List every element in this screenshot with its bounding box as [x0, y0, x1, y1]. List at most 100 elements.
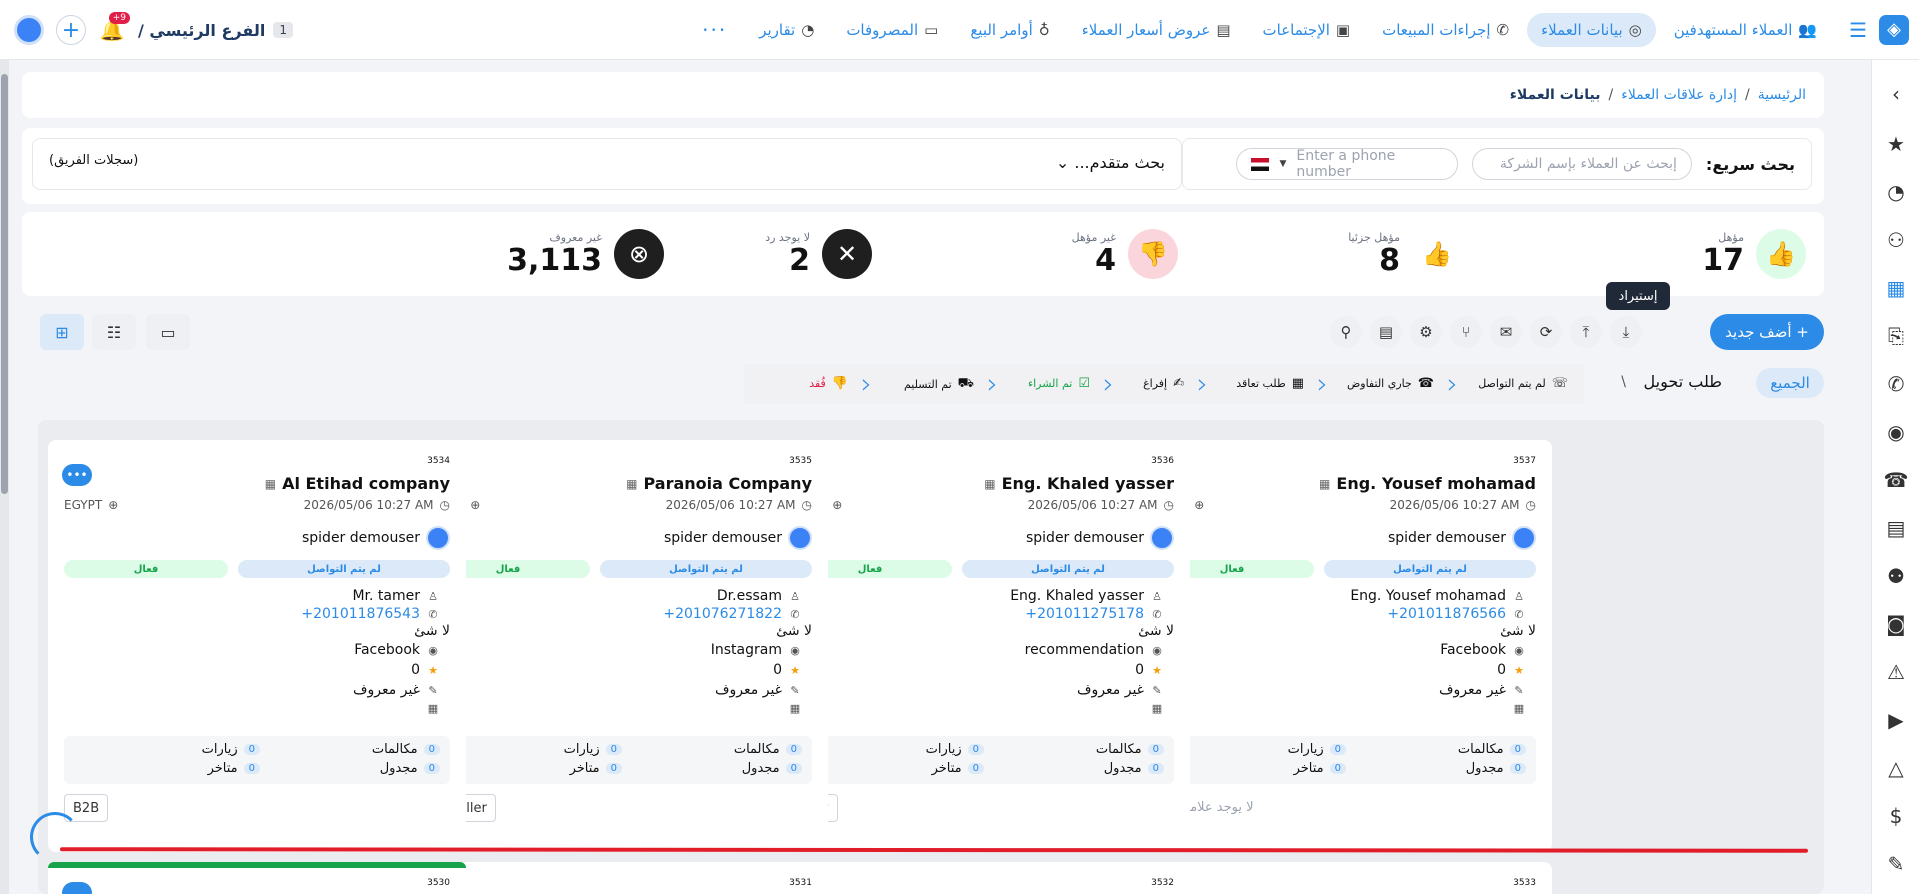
client-card-partial[interactable]: 3533: [1134, 862, 1552, 894]
client-name[interactable]: Paranoia Company ▦: [626, 474, 812, 493]
download-icon[interactable]: ⤓: [1610, 316, 1642, 348]
more-nav-button[interactable]: ···: [688, 18, 741, 42]
triangle-chart-icon[interactable]: △: [1872, 756, 1919, 780]
video-icon[interactable]: ▶: [1872, 708, 1919, 732]
client-card-partial[interactable]: 3532: [772, 862, 1190, 894]
target-icon[interactable]: ◉: [1872, 420, 1919, 444]
card-menu-button[interactable]: •••: [62, 464, 92, 486]
visits-count: 0 زيارات: [1288, 742, 1346, 757]
camera-icon[interactable]: ◙: [1872, 612, 1919, 636]
id-card-icon[interactable]: ▤: [1370, 316, 1402, 348]
nav-sales-actions[interactable]: ✆ إجراءات المبيعات: [1368, 13, 1523, 47]
merge-branch-icon[interactable]: ⑂: [1450, 316, 1482, 348]
pen-icon: ✎: [1152, 683, 1162, 697]
team-records-label[interactable]: (سجلات الفريق): [49, 153, 138, 168]
notifications-bell-icon[interactable]: 🔔 +9: [98, 12, 130, 42]
users-icon[interactable]: ⚇: [1872, 228, 1919, 252]
client-card[interactable]: 3535 Paranoia Company▦ ••• ◷2026/05/06 1…: [410, 440, 828, 852]
card-menu-button[interactable]: [62, 882, 92, 894]
user-settings-icon[interactable]: ⚙: [1410, 316, 1442, 348]
refresh-icon[interactable]: ⟳: [1530, 316, 1562, 348]
calls-count: 0 مكالمات: [372, 742, 440, 757]
nav-meetings[interactable]: ▣ الإجتماعات: [1249, 13, 1365, 47]
nav-target-clients[interactable]: 👥 العملاء المستهدفين: [1660, 13, 1831, 47]
client-name[interactable]: Eng. Yousef mohamad ▦: [1319, 474, 1536, 493]
building-icon[interactable]: ▦: [1872, 276, 1919, 300]
advanced-search[interactable]: بحث متقدم... ⌄ (سجلات الفريق): [32, 138, 1182, 190]
user-lock-icon[interactable]: ⚲: [1330, 316, 1362, 348]
phone-link[interactable]: ✆ +201011876566: [1387, 606, 1526, 622]
client-id: 3532: [1151, 878, 1174, 888]
calendar-add-icon[interactable]: ▤: [1872, 516, 1919, 540]
nav-reports[interactable]: ◔ تقارير: [745, 13, 828, 47]
phone-icon: ✆: [790, 607, 800, 621]
add-new-button[interactable]: + أضف جديد: [1710, 314, 1824, 350]
nav-expenses[interactable]: ▭ المصروفات: [832, 13, 952, 47]
phone-link[interactable]: ✆ +201011876543: [301, 606, 440, 622]
stage-purchased[interactable]: ☑ تم الشراء: [1028, 376, 1090, 391]
telephone-icon[interactable]: ☎: [1872, 468, 1919, 492]
stat-qualified[interactable]: 👍 مؤهل 17: [1702, 222, 1806, 286]
bill-icon[interactable]: $: [1872, 804, 1919, 828]
stage-contract-request[interactable]: ▦ طلب تعاقد: [1236, 376, 1304, 391]
app-logo-icon[interactable]: [14, 15, 44, 45]
pen-icon[interactable]: ✎: [1872, 852, 1919, 876]
import-icon[interactable]: ⤒: [1570, 316, 1602, 348]
nav-sales-orders[interactable]: ♁ أوامر البيع: [956, 13, 1063, 47]
branch-number: 1: [273, 22, 293, 38]
grid-view-icon[interactable]: ⊞: [40, 314, 84, 350]
page-scrollbar[interactable]: [0, 60, 9, 894]
hamburger-menu-icon[interactable]: ☰: [1849, 18, 1867, 42]
stage-delivered[interactable]: ⛟ تم التسليم: [904, 376, 974, 393]
phone-search-input[interactable]: ▼ Enter a phone number: [1235, 148, 1458, 180]
list-view-icon[interactable]: ☷: [92, 314, 136, 350]
star-icon: ★: [428, 663, 438, 677]
client-card-partial[interactable]: 3530: [48, 862, 466, 894]
phone-call-icon[interactable]: ✆: [1872, 372, 1919, 396]
advanced-search-label[interactable]: بحث متقدم... ⌄: [1056, 153, 1165, 172]
dashboard-gauge-icon[interactable]: ◔: [1872, 180, 1919, 204]
invoice-hand-icon[interactable]: ⎘: [1872, 324, 1919, 348]
country-caret-icon[interactable]: ▼: [1279, 159, 1286, 169]
nav-quotes[interactable]: ▤ عروض أسعار العملاء: [1068, 13, 1245, 47]
nav-client-data[interactable]: ◎ بيانات العملاء: [1527, 12, 1656, 47]
branch-selector[interactable]: 1 الفرع الرئيسي /: [138, 21, 293, 40]
team-icon[interactable]: ⚉: [1872, 564, 1919, 588]
stat-unknown[interactable]: ⊗ غير معروف 3,113: [507, 222, 664, 286]
stage-not-contacted[interactable]: ☏ لم يتم التواصل: [1478, 376, 1568, 391]
breadcrumb-crm[interactable]: إدارة علاقات العملاء: [1621, 87, 1737, 103]
client-card[interactable]: 3534 Al Etihad company ▦ ••• ◷ 2026/05/06 …: [48, 440, 466, 852]
add-quick-button[interactable]: +: [56, 15, 86, 45]
company-type: ▦: [1512, 702, 1526, 715]
stage-negotiating[interactable]: ☎ جاري التفاوض: [1347, 376, 1434, 391]
client-card-partial[interactable]: 3531: [410, 862, 828, 894]
note-text: لا شئ: [1500, 623, 1536, 639]
stage-handover[interactable]: ✍ إفراغ: [1143, 376, 1184, 391]
stage-all-button[interactable]: الجميع: [1756, 368, 1824, 398]
scrollbar-thumb[interactable]: [1, 74, 8, 494]
client-name[interactable]: Al Etihad company ▦: [265, 474, 450, 493]
company-search-input[interactable]: إبحث عن العملاء بإسم الشركة: [1471, 148, 1692, 180]
phone-link[interactable]: ✆ +201076271822: [663, 606, 802, 622]
active-badge: فعال: [64, 560, 228, 578]
collapse-chevron-icon[interactable]: ‹: [1872, 82, 1919, 106]
signature-icon: ✍: [1173, 376, 1184, 391]
contact-person: ♙ Eng. Khaled yasser: [1010, 588, 1164, 604]
star-icon: ★: [1152, 663, 1162, 677]
client-name[interactable]: Eng. Khaled yasser ▦: [984, 474, 1174, 493]
transfer-request-label[interactable]: طلب تحويل: [1644, 372, 1722, 391]
client-card[interactable]: 3537 Eng. Yousef mohamad▦ ••• ◷2026/05/0…: [1134, 440, 1552, 852]
brand-logo-icon[interactable]: ◈: [1879, 14, 1909, 45]
stat-partially-qualified[interactable]: 👍 مؤهل جزئيا 8: [1348, 222, 1462, 286]
mail-icon[interactable]: ✉: [1490, 316, 1522, 348]
stat-not-qualified[interactable]: 👎 غير مؤهل 4: [1072, 222, 1178, 286]
breadcrumb-home[interactable]: الرئيسية: [1758, 87, 1806, 103]
client-card[interactable]: 3536 Eng. Khaled yasser▦ ••• ◷2026/05/06…: [772, 440, 1190, 852]
stat-no-reply[interactable]: ✕ لا يوجد رد 2: [765, 222, 872, 286]
warning-icon[interactable]: ⚠: [1872, 660, 1919, 684]
card-view-icon[interactable]: ▭: [146, 314, 190, 350]
star-icon[interactable]: ★: [1872, 132, 1919, 156]
phone-link[interactable]: ✆ +201011275178: [1025, 606, 1164, 622]
stage-lost[interactable]: 👎 فُقد: [809, 376, 848, 391]
egypt-flag-icon[interactable]: [1250, 157, 1270, 171]
